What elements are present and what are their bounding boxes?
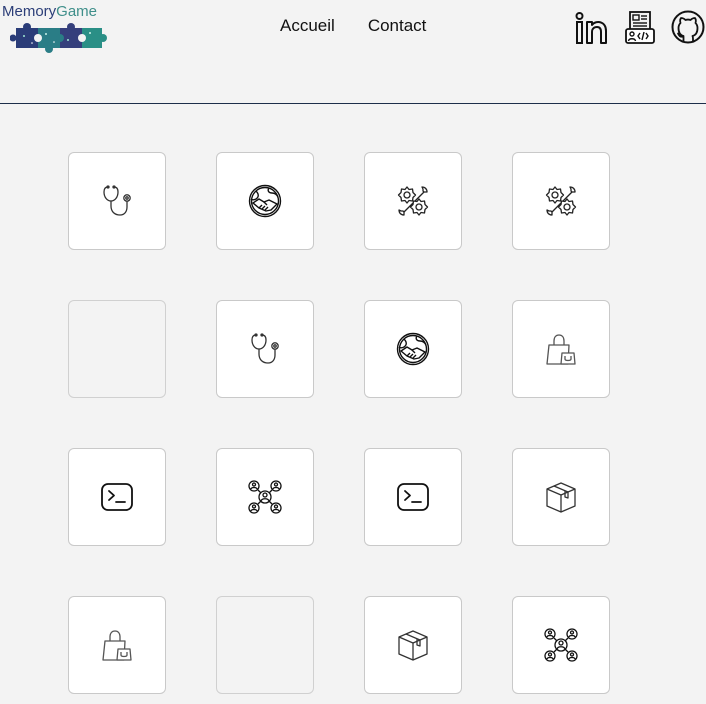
terminal-icon (397, 483, 429, 511)
resume-code-icon (625, 11, 655, 44)
logo-text: MemoryGame (2, 4, 97, 20)
memory-card[interactable] (68, 152, 166, 250)
memory-card[interactable] (216, 300, 314, 398)
puzzle-pieces-icon (10, 23, 107, 53)
stethoscope-icon (103, 185, 131, 216)
resume-link[interactable] (625, 11, 655, 45)
network-users-icon (544, 628, 578, 662)
memory-card[interactable] (512, 596, 610, 694)
network-users-icon (248, 480, 282, 514)
github-link[interactable] (671, 10, 705, 44)
gear-wrench-icon (397, 186, 429, 216)
gear-wrench-icon (545, 186, 577, 216)
memory-card[interactable] (512, 300, 610, 398)
github-icon (671, 10, 705, 44)
package-box-icon (398, 630, 428, 661)
terminal-icon (101, 483, 133, 511)
shopping-bag-icon (102, 630, 132, 661)
linkedin-icon (575, 12, 607, 44)
memory-card[interactable] (216, 448, 314, 546)
memory-card-hidden[interactable] (68, 300, 166, 398)
main-nav: Accueil Contact (280, 16, 459, 36)
memory-card[interactable] (216, 152, 314, 250)
stethoscope-icon (251, 333, 279, 364)
memory-card[interactable] (364, 448, 462, 546)
logo-text-memory: Memory (2, 3, 57, 20)
nav-link-contact[interactable]: Contact (368, 16, 427, 36)
linkedin-link[interactable] (575, 11, 609, 45)
memory-card[interactable] (364, 596, 462, 694)
memory-card[interactable] (364, 152, 462, 250)
memory-card[interactable] (68, 596, 166, 694)
logo-text-game: Game (56, 3, 98, 20)
site-header: MemoryGame Accueil Contact (0, 0, 706, 104)
memory-card[interactable] (512, 448, 610, 546)
package-box-icon (546, 482, 576, 513)
globe-handshake-icon (248, 184, 282, 218)
shopping-bag-icon (546, 334, 576, 365)
memory-card-hidden[interactable] (216, 596, 314, 694)
memory-card[interactable] (364, 300, 462, 398)
nav-link-accueil[interactable]: Accueil (280, 16, 335, 36)
memory-game-logo[interactable]: MemoryGame (2, 4, 117, 54)
memory-card[interactable] (68, 448, 166, 546)
memory-card[interactable] (512, 152, 610, 250)
globe-handshake-icon (396, 332, 430, 366)
